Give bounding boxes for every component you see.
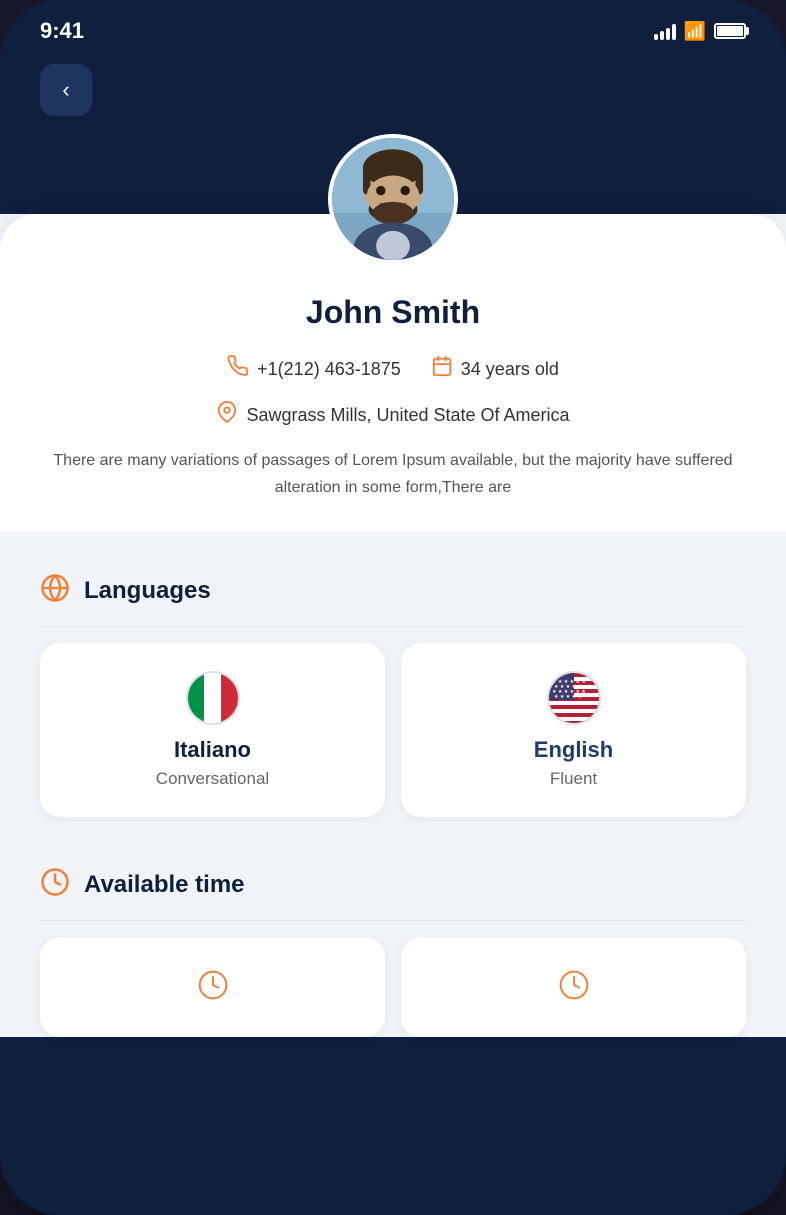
language-card-english: ★ ★ ★ ★ ★ ★ ★ ★ ★ ★ ★ ★ ★ ★ ★ ★ ★ ★ ★ ★ … [401, 643, 746, 817]
language-level-english: Fluent [421, 769, 726, 789]
location-icon [216, 401, 238, 429]
language-name-italiano: Italiano [60, 737, 365, 763]
available-time-cards [40, 937, 746, 1037]
location-text: Sawgrass Mills, United State Of America [246, 405, 569, 426]
avatar-image [332, 138, 454, 260]
status-icons: 📶 [654, 21, 746, 42]
age-text: 34 years old [461, 359, 559, 380]
location-row: Sawgrass Mills, United State Of America [40, 401, 746, 429]
preview-icon-1 [197, 969, 229, 1001]
language-name-english: English [421, 737, 726, 763]
header-area: ‹ [0, 54, 786, 214]
usa-flag-icon: ★ ★ ★ ★ ★ ★ ★ ★ ★ ★ ★ ★ ★ ★ ★ ★ ★ ★ ★ ★ … [547, 671, 601, 725]
avatar-svg [332, 138, 454, 260]
phone-frame: 9:41 📶 ‹ [0, 0, 786, 1215]
available-time-card-1 [40, 937, 385, 1037]
globe-icon [40, 573, 70, 608]
languages-title: Languages [84, 577, 211, 605]
wifi-icon: 📶 [684, 21, 706, 42]
calendar-icon [431, 355, 453, 383]
avatar [328, 134, 458, 264]
available-time-title: Available time [84, 871, 245, 899]
avatar-container [328, 134, 458, 264]
language-card-italiano: Italiano Conversational [40, 643, 385, 817]
signal-icon [654, 22, 676, 40]
main-content: John Smith +1(212) 463-1875 [0, 214, 786, 1037]
status-bar: 9:41 📶 [0, 0, 786, 54]
battery-icon [714, 23, 746, 39]
languages-section: Languages Italiano Conversational [0, 531, 786, 837]
language-cards-grid: Italiano Conversational [40, 643, 746, 817]
phone-info: +1(212) 463-1875 [227, 355, 401, 383]
phone-icon [227, 355, 249, 383]
bio-text: There are many variations of passages of… [40, 447, 746, 501]
preview-icon-2 [558, 969, 590, 1001]
back-button[interactable]: ‹ [40, 64, 92, 116]
svg-text:★ ★ ★ ★ ★: ★ ★ ★ ★ ★ [554, 694, 582, 700]
language-level-italiano: Conversational [60, 769, 365, 789]
clock-icon [40, 867, 70, 902]
phone-number: +1(212) 463-1875 [257, 359, 401, 380]
italy-flag-icon [186, 671, 240, 725]
profile-name: John Smith [40, 294, 746, 331]
languages-header: Languages [40, 551, 746, 627]
available-time-section: Available time [0, 837, 786, 1037]
age-info: 34 years old [431, 355, 559, 383]
available-time-header: Available time [40, 857, 746, 921]
available-time-card-2 [401, 937, 746, 1037]
time: 9:41 [40, 18, 84, 44]
back-arrow-icon: ‹ [62, 77, 69, 103]
contact-info-row: +1(212) 463-1875 34 years old [40, 355, 746, 383]
